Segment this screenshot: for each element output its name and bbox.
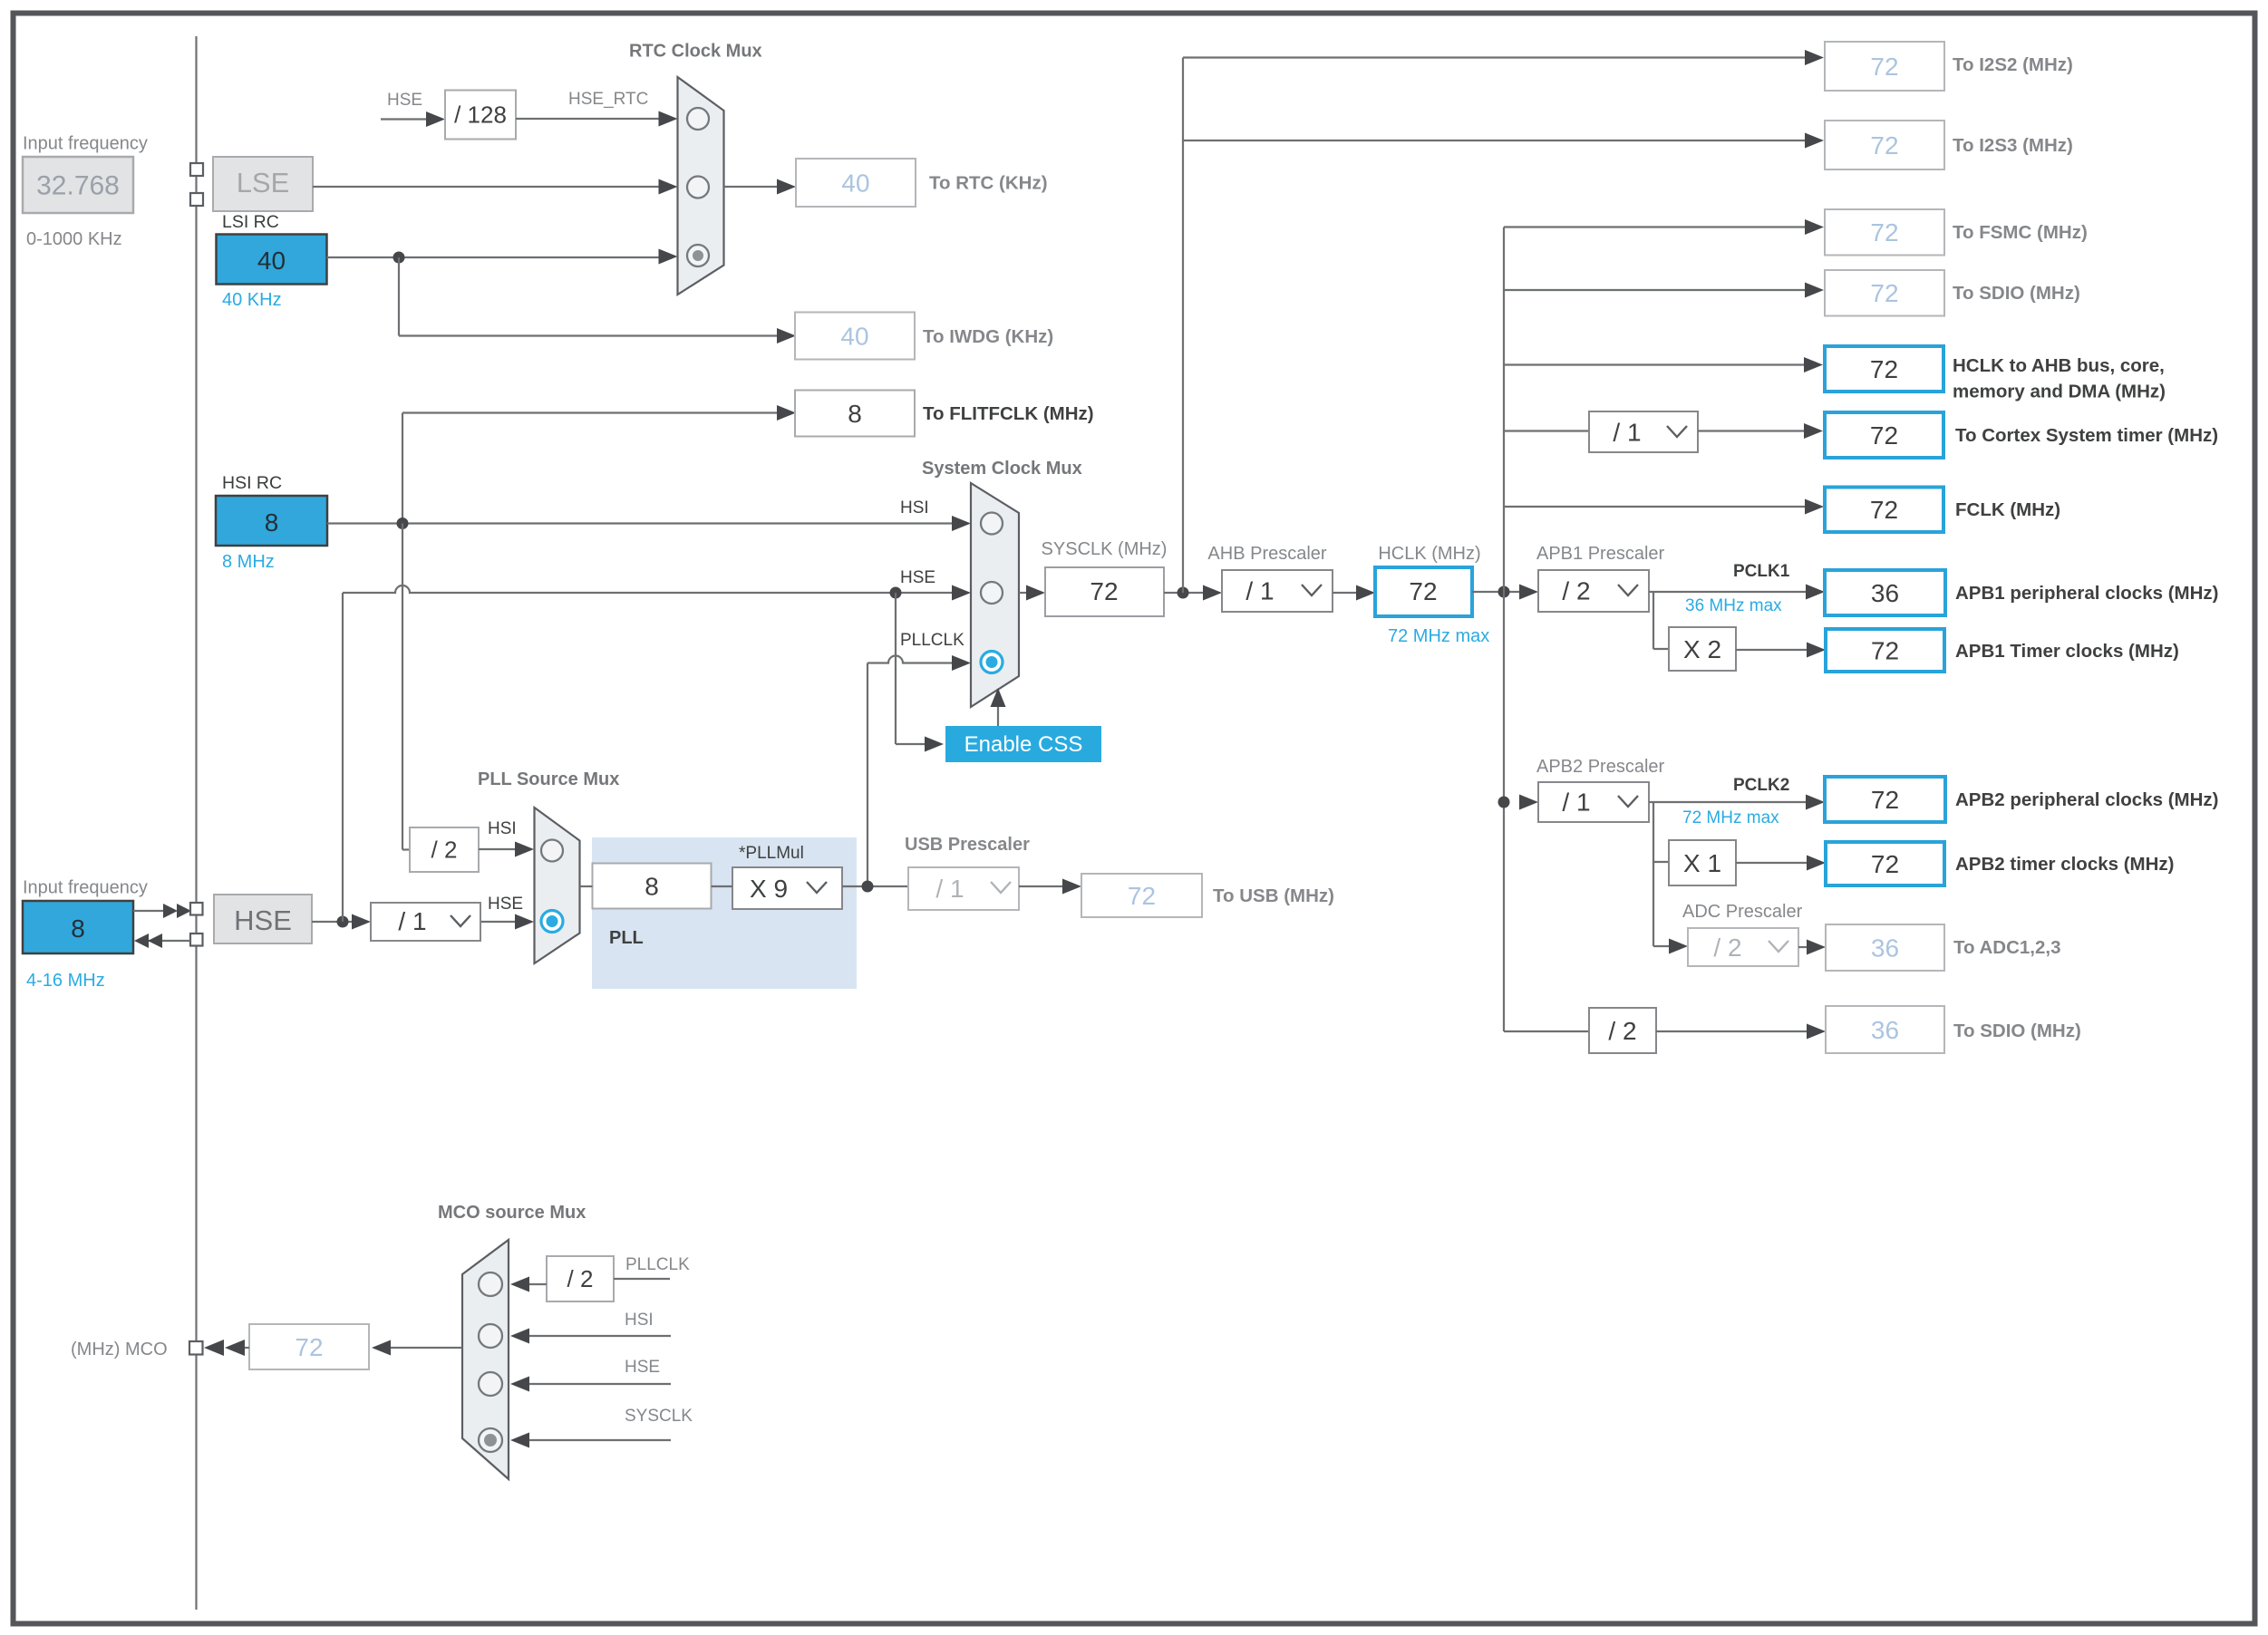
svg-text:/ 1: / 1 xyxy=(398,907,426,935)
svg-text:72: 72 xyxy=(1128,882,1156,910)
svg-text:APB1 peripheral clocks (MHz): APB1 peripheral clocks (MHz) xyxy=(1955,583,2219,604)
svg-text:8: 8 xyxy=(265,508,279,537)
svg-text:HSI: HSI xyxy=(488,819,517,838)
svg-text:8: 8 xyxy=(645,872,659,900)
svg-text:8: 8 xyxy=(71,914,85,943)
svg-text:PLLCLK: PLLCLK xyxy=(625,1255,690,1274)
svg-text:HSE: HSE xyxy=(625,1358,660,1377)
svg-text:To SDIO (MHz): To SDIO (MHz) xyxy=(1953,283,2080,304)
svg-text:PLLCLK: PLLCLK xyxy=(900,631,964,650)
svg-text:36 MHz max: 36 MHz max xyxy=(1685,596,1782,615)
svg-text:Input frequency: Input frequency xyxy=(23,134,148,154)
svg-text:32.768: 32.768 xyxy=(36,171,120,201)
svg-text:To Cortex System timer (MHz): To Cortex System timer (MHz) xyxy=(1955,425,2218,446)
svg-text:72 MHz max: 72 MHz max xyxy=(1388,626,1489,646)
svg-text:To SDIO (MHz): To SDIO (MHz) xyxy=(1953,1021,2081,1041)
svg-text:72: 72 xyxy=(1870,355,1898,383)
svg-text:40: 40 xyxy=(257,247,286,275)
svg-text:72: 72 xyxy=(1871,786,1899,814)
svg-text:*PLLMul: *PLLMul xyxy=(739,844,804,863)
svg-text:72: 72 xyxy=(1870,279,1898,307)
svg-text:ADC Prescaler: ADC Prescaler xyxy=(1682,902,1803,922)
svg-text:HSI: HSI xyxy=(625,1311,654,1330)
svg-text:To I2S2 (MHz): To I2S2 (MHz) xyxy=(1953,54,2073,75)
svg-text:HSE_RTC: HSE_RTC xyxy=(568,90,648,109)
svg-text:APB1 Prescaler: APB1 Prescaler xyxy=(1536,544,1665,564)
svg-text:HCLK (MHz): HCLK (MHz) xyxy=(1378,544,1480,564)
svg-text:SYSCLK (MHz): SYSCLK (MHz) xyxy=(1042,539,1168,559)
svg-text:LSI RC: LSI RC xyxy=(222,212,279,232)
svg-text:40 KHz: 40 KHz xyxy=(222,290,282,310)
svg-text:HSI RC: HSI RC xyxy=(222,473,282,493)
svg-text:To USB (MHz): To USB (MHz) xyxy=(1213,885,1334,906)
svg-text:AHB Prescaler: AHB Prescaler xyxy=(1207,544,1326,564)
svg-text:PLL: PLL xyxy=(609,928,644,948)
svg-text:To IWDG (KHz): To IWDG (KHz) xyxy=(923,326,1053,347)
svg-text:/ 2: / 2 xyxy=(1713,934,1741,962)
svg-text:To FLITFCLK (MHz): To FLITFCLK (MHz) xyxy=(923,403,1094,424)
svg-text:/ 1: / 1 xyxy=(1245,576,1274,605)
svg-text:72: 72 xyxy=(1870,53,1898,81)
svg-text:/ 1: / 1 xyxy=(935,875,964,903)
svg-text:72: 72 xyxy=(1409,577,1437,605)
svg-text:MCO source Mux: MCO source Mux xyxy=(438,1203,586,1223)
svg-text:HSE: HSE xyxy=(900,568,935,587)
svg-text:APB2 timer clocks (MHz): APB2 timer clocks (MHz) xyxy=(1955,854,2175,875)
svg-text:PLL Source Mux: PLL Source Mux xyxy=(478,769,619,789)
svg-text:APB2 peripheral clocks (MHz): APB2 peripheral clocks (MHz) xyxy=(1955,789,2219,810)
svg-text:/ 2: / 2 xyxy=(1608,1017,1636,1045)
svg-text:/ 1: / 1 xyxy=(1613,418,1641,446)
svg-text:72: 72 xyxy=(1870,496,1898,524)
svg-text:HSI: HSI xyxy=(900,498,929,518)
svg-text:/ 2: / 2 xyxy=(567,1265,594,1292)
svg-text:SYSCLK: SYSCLK xyxy=(625,1407,693,1426)
svg-text:APB2 Prescaler: APB2 Prescaler xyxy=(1536,757,1665,777)
svg-text:To ADC1,2,3: To ADC1,2,3 xyxy=(1953,937,2060,958)
svg-text:40: 40 xyxy=(841,169,869,197)
svg-text:APB1 Timer clocks (MHz): APB1 Timer clocks (MHz) xyxy=(1955,641,2179,662)
svg-text:72: 72 xyxy=(1870,421,1898,450)
svg-text:(MHz) MCO: (MHz) MCO xyxy=(71,1340,168,1359)
svg-text:/ 1: / 1 xyxy=(1562,788,1590,816)
svg-text:memory and DMA (MHz): memory and DMA (MHz) xyxy=(1953,382,2166,402)
svg-text:X 2: X 2 xyxy=(1683,635,1721,663)
svg-text:4-16 MHz: 4-16 MHz xyxy=(26,971,105,991)
svg-text:8 MHz: 8 MHz xyxy=(222,552,275,572)
svg-text:HCLK to AHB bus, core,: HCLK to AHB bus, core, xyxy=(1953,355,2165,376)
svg-text:System Clock Mux: System Clock Mux xyxy=(922,459,1082,479)
svg-text:Enable CSS: Enable CSS xyxy=(964,732,1083,757)
svg-text:LSE: LSE xyxy=(237,167,290,198)
svg-text:PCLK1: PCLK1 xyxy=(1733,562,1790,581)
svg-text:To I2S3 (MHz): To I2S3 (MHz) xyxy=(1953,135,2073,156)
svg-text:72: 72 xyxy=(1090,577,1118,605)
svg-text:To RTC (KHz): To RTC (KHz) xyxy=(929,173,1048,194)
svg-text:USB Prescaler: USB Prescaler xyxy=(905,835,1030,855)
svg-text:HSE: HSE xyxy=(488,895,523,914)
svg-text:72: 72 xyxy=(1871,636,1899,664)
svg-text:Input frequency: Input frequency xyxy=(23,878,148,898)
svg-text:72: 72 xyxy=(1870,131,1898,160)
svg-text:/ 2: / 2 xyxy=(1562,576,1590,605)
svg-text:HSE: HSE xyxy=(234,905,292,936)
svg-text:72: 72 xyxy=(1870,218,1898,247)
svg-text:/ 2: / 2 xyxy=(431,837,458,864)
svg-text:RTC Clock Mux: RTC Clock Mux xyxy=(629,42,762,62)
svg-text:40: 40 xyxy=(840,322,868,350)
svg-text:FCLK (MHz): FCLK (MHz) xyxy=(1955,499,2060,520)
svg-text:36: 36 xyxy=(1871,1016,1899,1044)
svg-text:72: 72 xyxy=(295,1333,323,1361)
svg-text:PCLK2: PCLK2 xyxy=(1733,776,1789,795)
svg-text:36: 36 xyxy=(1871,579,1899,607)
svg-text:/ 128: / 128 xyxy=(454,102,507,129)
svg-text:72 MHz max: 72 MHz max xyxy=(1682,808,1779,827)
svg-text:X 9: X 9 xyxy=(750,875,788,903)
svg-text:72: 72 xyxy=(1871,850,1899,878)
svg-text:36: 36 xyxy=(1871,934,1899,962)
svg-text:HSE: HSE xyxy=(387,91,422,110)
svg-text:X 1: X 1 xyxy=(1683,849,1721,877)
svg-text:To FSMC (MHz): To FSMC (MHz) xyxy=(1953,222,2088,243)
svg-text:0-1000 KHz: 0-1000 KHz xyxy=(26,229,122,249)
svg-text:8: 8 xyxy=(848,400,862,428)
